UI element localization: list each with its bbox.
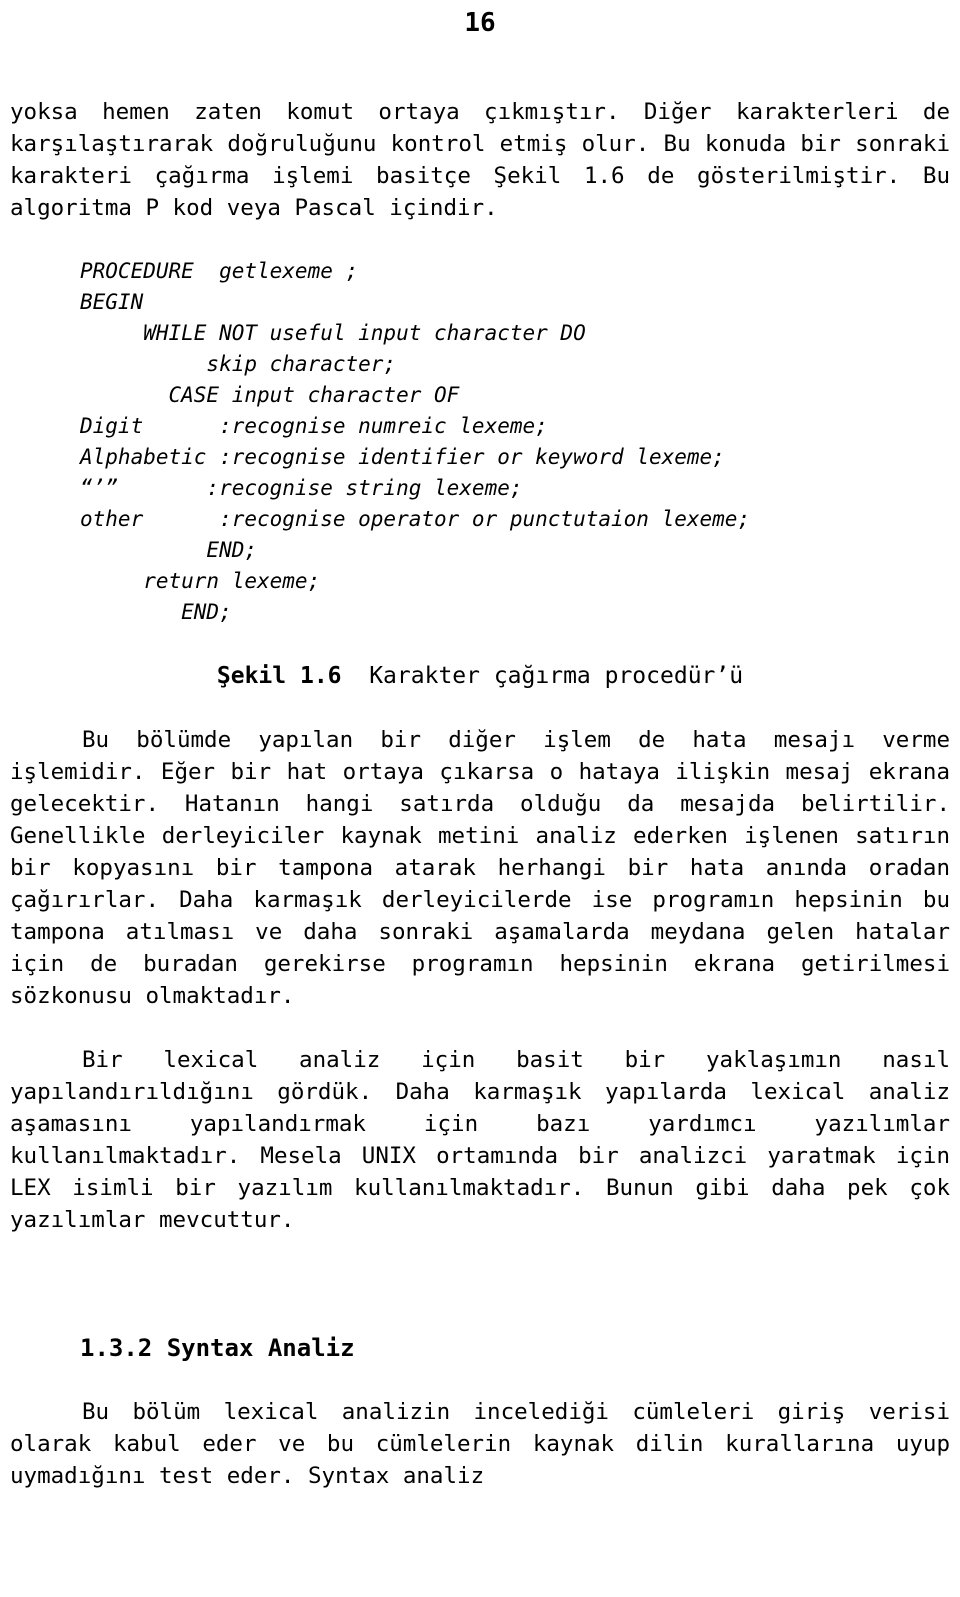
figure-caption-text: Karakter çağırma procedür’ü	[341, 663, 744, 689]
section-heading-syntax-analiz: 1.3.2 Syntax Analiz	[80, 1334, 355, 1362]
paragraph-2: Bu bölümde yapılan bir diğer işlem de ha…	[10, 727, 950, 1009]
code-block-getlexeme: PROCEDURE getlexeme ; BEGIN WHILE NOT us…	[80, 259, 751, 624]
paragraph-1: yoksa hemen zaten komut ortaya çıkmıştır…	[10, 99, 950, 221]
paragraph-4: Bu bölüm lexical analizin incelediği cüm…	[10, 1399, 950, 1489]
page-number: 16	[464, 8, 496, 38]
figure-caption-label: Şekil 1.6	[216, 663, 342, 689]
document-page: 16 yoksa hemen zaten komut ortaya çıkmış…	[0, 0, 960, 1597]
figure-caption: Şekil 1.6 Karakter çağırma procedür’ü	[10, 660, 950, 692]
page-content: yoksa hemen zaten komut ortaya çıkmıştır…	[0, 96, 960, 1492]
paragraph-3: Bir lexical analiz için basit bir yaklaş…	[10, 1047, 950, 1233]
